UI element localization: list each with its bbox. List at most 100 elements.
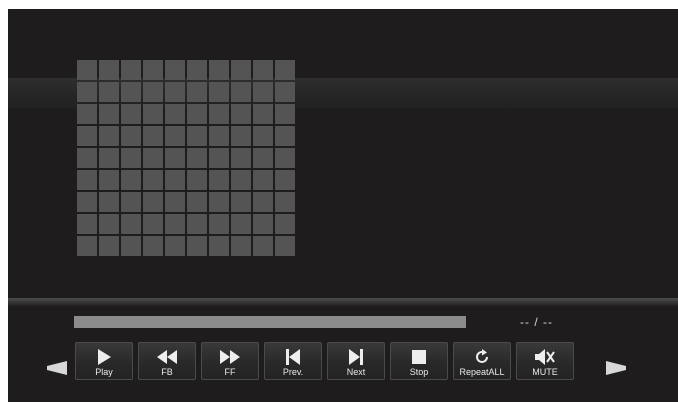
album-art-tile bbox=[187, 126, 207, 146]
album-art-tile bbox=[143, 104, 163, 124]
album-art-tile bbox=[121, 82, 141, 102]
transport-controls: Play FB FF Prev. Next Stop RepeatALL MUT… bbox=[75, 342, 574, 380]
album-art-tile bbox=[121, 192, 141, 212]
fast-backward-button[interactable]: FB bbox=[138, 342, 196, 380]
album-art-tile bbox=[165, 82, 185, 102]
album-art-tile bbox=[253, 60, 273, 80]
arrow-left-icon[interactable] bbox=[47, 361, 67, 375]
album-art-tile bbox=[253, 82, 273, 102]
album-art-tile bbox=[77, 148, 97, 168]
fast-forward-button[interactable]: FF bbox=[201, 342, 259, 380]
next-button-label: Next bbox=[346, 367, 366, 377]
album-art-tile bbox=[121, 214, 141, 234]
mute-button[interactable]: MUTE bbox=[516, 342, 574, 380]
album-art-tile bbox=[187, 104, 207, 124]
album-art-tile bbox=[187, 82, 207, 102]
album-art-tile bbox=[165, 214, 185, 234]
album-art-tile bbox=[231, 82, 251, 102]
album-art-tile bbox=[99, 192, 119, 212]
album-art-tile bbox=[187, 60, 207, 80]
album-art-tile bbox=[77, 170, 97, 190]
skip-previous-icon bbox=[286, 347, 300, 367]
album-art-tile bbox=[209, 126, 229, 146]
album-art-tile bbox=[143, 148, 163, 168]
album-art-tile bbox=[143, 126, 163, 146]
album-art-tile bbox=[77, 60, 97, 80]
control-bar-divider bbox=[8, 298, 678, 306]
album-art-tile bbox=[231, 170, 251, 190]
play-button[interactable]: Play bbox=[75, 342, 133, 380]
album-art-tile bbox=[165, 148, 185, 168]
album-art-tile bbox=[209, 170, 229, 190]
album-art-tile bbox=[99, 104, 119, 124]
album-art-tile bbox=[209, 148, 229, 168]
album-art-tile bbox=[231, 192, 251, 212]
album-art-tile bbox=[209, 82, 229, 102]
stop-button[interactable]: Stop bbox=[390, 342, 448, 380]
album-art-tile bbox=[209, 104, 229, 124]
album-art-tile bbox=[99, 82, 119, 102]
album-art-tile bbox=[187, 214, 207, 234]
fast-forward-icon bbox=[220, 347, 240, 367]
album-art-tile bbox=[77, 236, 97, 256]
play-button-label: Play bbox=[95, 367, 113, 377]
album-art-tile bbox=[275, 60, 295, 80]
album-art-tile bbox=[253, 192, 273, 212]
album-art-tile bbox=[275, 236, 295, 256]
mute-button-label: MUTE bbox=[532, 367, 558, 377]
arrow-right-icon[interactable] bbox=[606, 361, 626, 375]
album-art-tile bbox=[253, 126, 273, 146]
album-art-tile bbox=[143, 82, 163, 102]
album-art-tile bbox=[231, 148, 251, 168]
progress-bar[interactable] bbox=[74, 316, 466, 328]
fast-backward-icon bbox=[157, 347, 177, 367]
album-art-tile bbox=[253, 148, 273, 168]
album-art-tile bbox=[165, 126, 185, 146]
previous-button-label: Prev. bbox=[282, 367, 304, 377]
album-art-tile bbox=[121, 126, 141, 146]
album-art-tile bbox=[77, 104, 97, 124]
album-art-tile bbox=[275, 192, 295, 212]
album-art-tile bbox=[209, 60, 229, 80]
album-art-tile bbox=[143, 170, 163, 190]
album-art-tile bbox=[231, 60, 251, 80]
album-art-tile bbox=[209, 214, 229, 234]
album-art-tile bbox=[275, 82, 295, 102]
time-display: -- / -- bbox=[520, 315, 553, 329]
album-art-tile bbox=[275, 170, 295, 190]
album-art-tile bbox=[99, 60, 119, 80]
album-art-tile bbox=[209, 192, 229, 212]
album-art-tile bbox=[121, 104, 141, 124]
album-art-tile bbox=[275, 126, 295, 146]
album-art-tile bbox=[143, 214, 163, 234]
album-art-tile bbox=[275, 148, 295, 168]
album-art-tile bbox=[121, 60, 141, 80]
media-player-screen: -- / -- Play FB FF Prev. Next Stop Repea… bbox=[8, 9, 678, 402]
album-art-tile bbox=[253, 104, 273, 124]
album-art-tile bbox=[165, 170, 185, 190]
album-art-tile bbox=[231, 126, 251, 146]
album-art-tile bbox=[231, 104, 251, 124]
album-art-tile bbox=[77, 126, 97, 146]
album-art-tile bbox=[121, 236, 141, 256]
next-button[interactable]: Next bbox=[327, 342, 385, 380]
repeat-all-button-label: RepeatALL bbox=[459, 367, 505, 377]
fast-forward-button-label: FF bbox=[224, 367, 236, 377]
mute-icon bbox=[535, 347, 555, 367]
album-art-tile bbox=[165, 192, 185, 212]
album-art-tile bbox=[99, 126, 119, 146]
album-art-tile bbox=[77, 192, 97, 212]
album-art-tile bbox=[187, 148, 207, 168]
album-art-tile bbox=[143, 60, 163, 80]
skip-next-icon bbox=[349, 347, 363, 367]
previous-button[interactable]: Prev. bbox=[264, 342, 322, 380]
fast-backward-button-label: FB bbox=[161, 367, 173, 377]
album-art-tile bbox=[231, 214, 251, 234]
album-art-tile bbox=[187, 192, 207, 212]
album-art-placeholder bbox=[77, 60, 295, 256]
album-art-tile bbox=[143, 192, 163, 212]
album-art-tile bbox=[77, 214, 97, 234]
repeat-all-button[interactable]: RepeatALL bbox=[453, 342, 511, 380]
album-art-tile bbox=[121, 148, 141, 168]
album-art-tile bbox=[253, 170, 273, 190]
